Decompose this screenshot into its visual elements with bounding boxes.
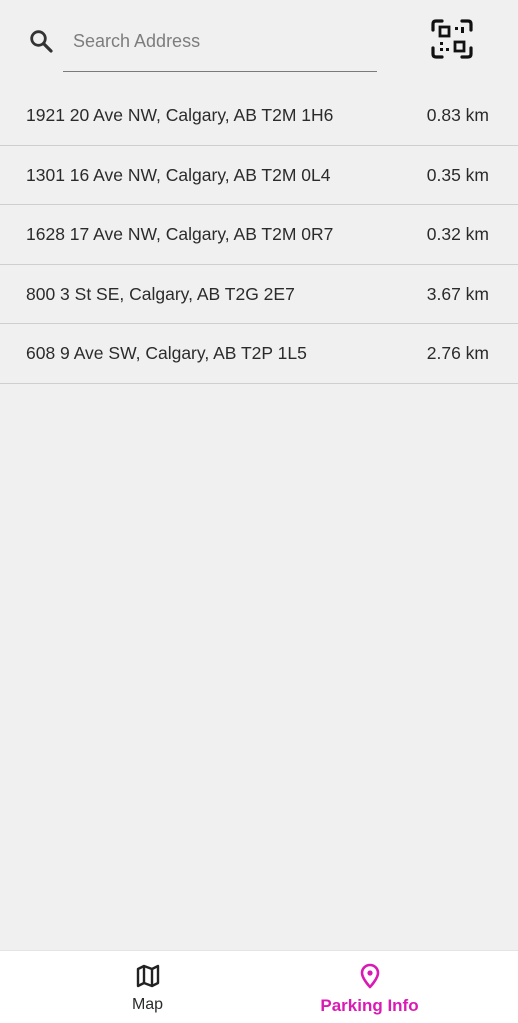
address-list: 1921 20 Ave NW, Calgary, AB T2M 1H6 0.83…: [0, 86, 518, 384]
search-field: [63, 18, 377, 72]
list-item[interactable]: 1301 16 Ave NW, Calgary, AB T2M 0L4 0.35…: [0, 146, 518, 205]
bottom-nav: Map Parking Info: [0, 950, 518, 1023]
list-item[interactable]: 608 9 Ave SW, Calgary, AB T2P 1L5 2.76 k…: [0, 324, 518, 384]
distance-text: 0.83 km: [426, 105, 489, 125]
list-item[interactable]: 1628 17 Ave NW, Calgary, AB T2M 0R7 0.32…: [0, 205, 518, 265]
list-item[interactable]: 800 3 St SE, Calgary, AB T2G 2E7 3.67 km: [0, 265, 518, 324]
nav-label-parking-info: Parking Info: [320, 996, 419, 1015]
qr-scan-button[interactable]: [428, 18, 476, 64]
distance-text: 0.32 km: [426, 224, 489, 244]
address-text: 1628 17 Ave NW, Calgary, AB T2M 0R7: [26, 224, 334, 244]
qr-code-scan-icon: [430, 18, 474, 65]
address-text: 800 3 St SE, Calgary, AB T2G 2E7: [26, 283, 295, 304]
nav-item-map[interactable]: Map: [18, 951, 277, 1023]
nav-label-map: Map: [131, 996, 164, 1013]
map-icon: [135, 963, 161, 989]
search-icon[interactable]: [28, 28, 54, 54]
parking-info-screen: 1921 20 Ave NW, Calgary, AB T2M 1H6 0.83…: [0, 0, 518, 1023]
address-text: 1921 20 Ave NW, Calgary, AB T2M 1H6: [26, 105, 334, 125]
distance-text: 3.67 km: [426, 283, 489, 304]
address-text: 1301 16 Ave NW, Calgary, AB T2M 0L4: [26, 164, 331, 185]
search-bar: [0, 0, 518, 86]
search-input[interactable]: [73, 28, 373, 54]
list-item[interactable]: 1921 20 Ave NW, Calgary, AB T2M 1H6 0.83…: [0, 86, 518, 146]
nav-item-parking-info[interactable]: Parking Info: [240, 951, 499, 1023]
address-text: 608 9 Ave SW, Calgary, AB T2P 1L5: [26, 343, 307, 363]
distance-text: 0.35 km: [426, 164, 489, 185]
distance-text: 2.76 km: [426, 343, 489, 363]
location-pin-icon: [357, 963, 383, 989]
